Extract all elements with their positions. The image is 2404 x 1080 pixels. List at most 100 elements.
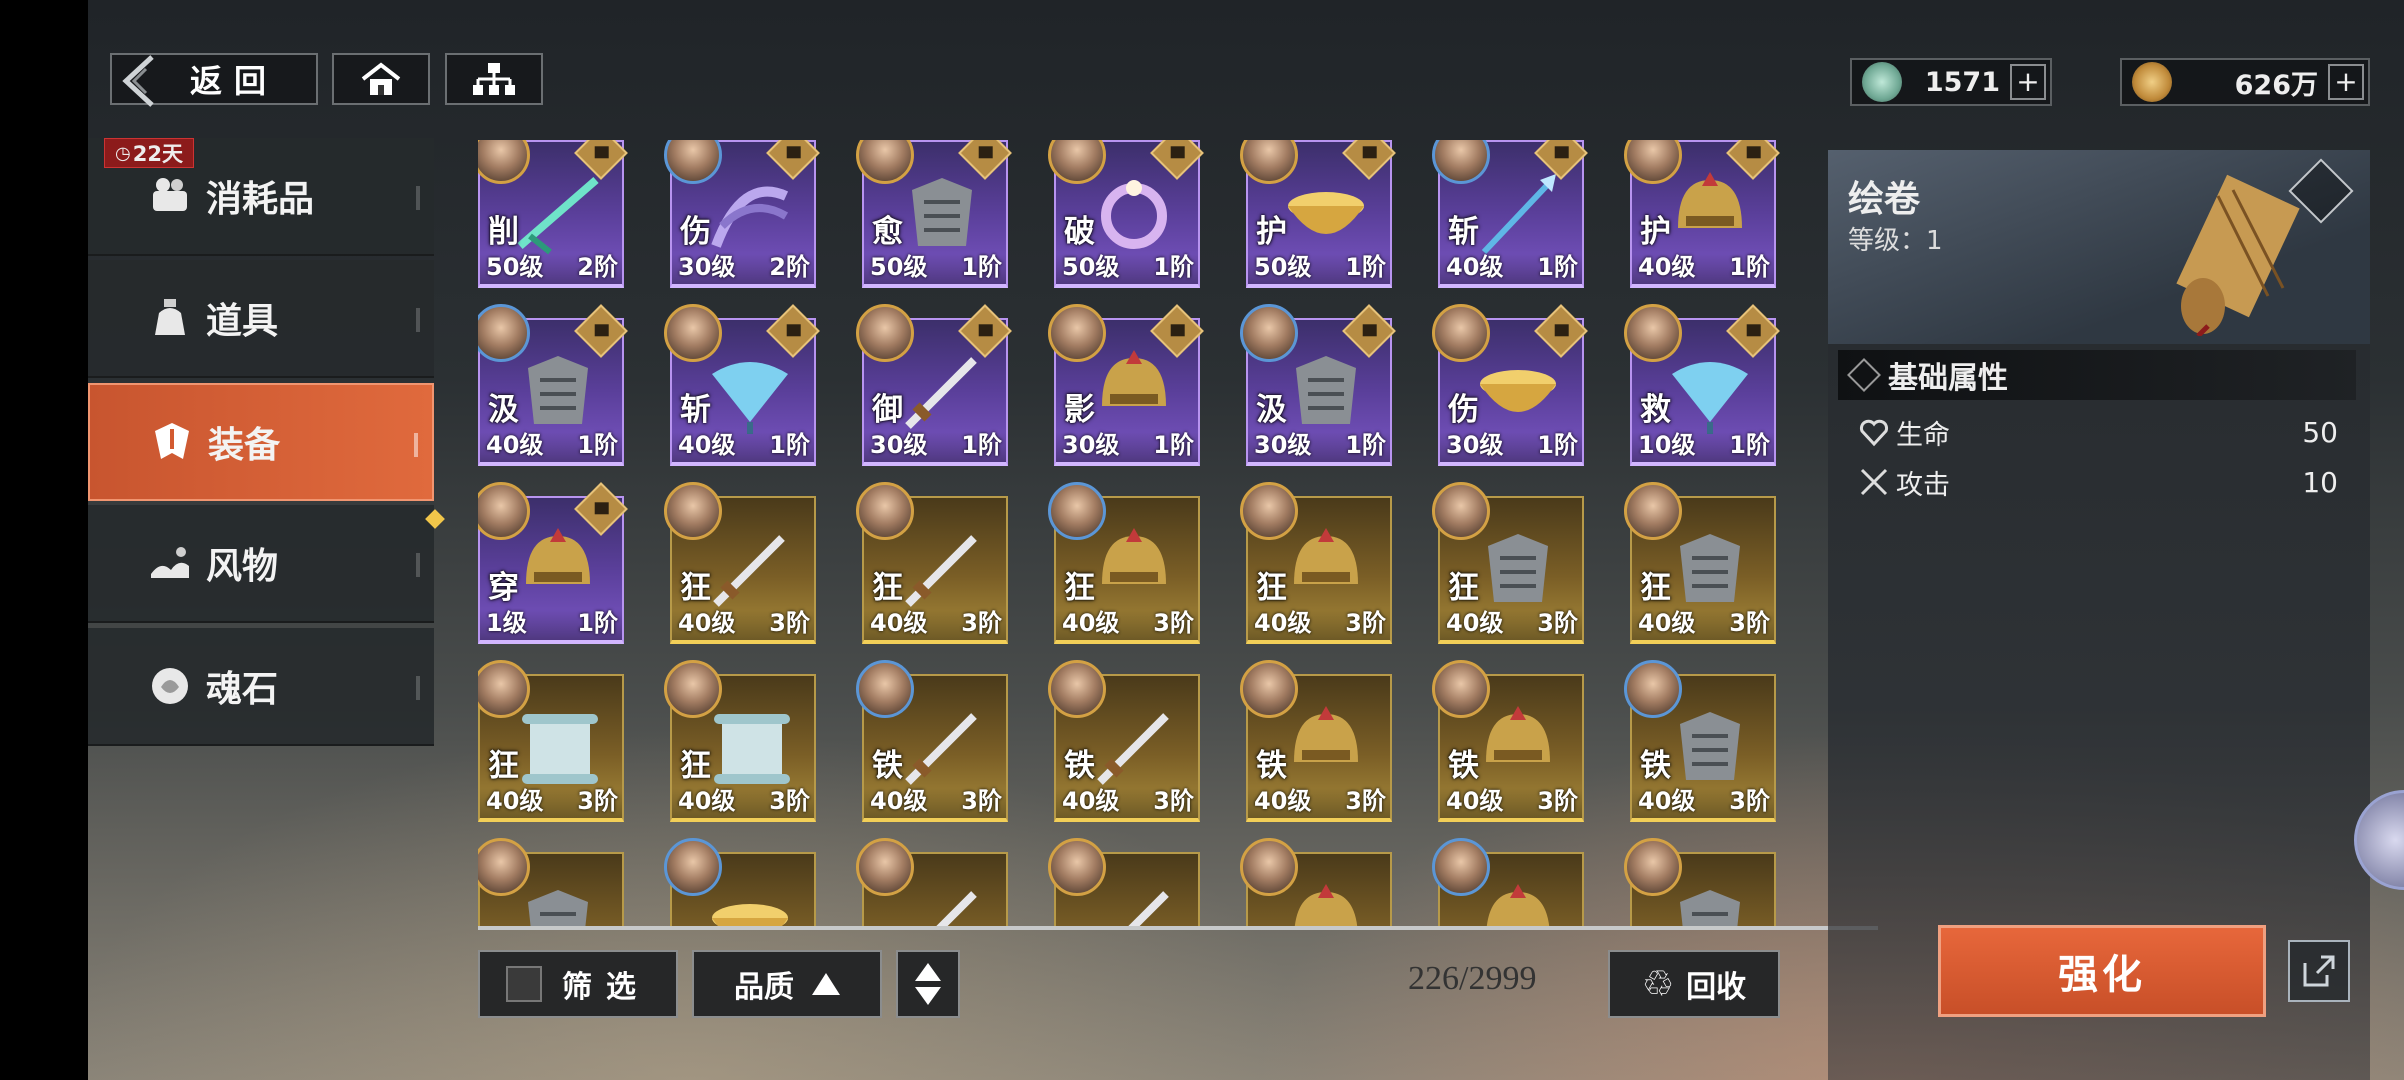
equipment-type-char: 铁 xyxy=(1064,748,1095,784)
sidebar-item-soul-stone[interactable]: 魂石 xyxy=(88,628,434,746)
equipment-card[interactable]: 破 50级 1阶 xyxy=(1048,140,1204,288)
equipment-card[interactable] xyxy=(1048,838,1200,926)
home-button[interactable] xyxy=(332,53,430,105)
equipment-tier: 1阶 xyxy=(1729,253,1770,281)
equipment-card[interactable]: 伤 30级 1阶 xyxy=(1432,304,1588,466)
character-avatar xyxy=(1432,838,1490,896)
sidebar-item-scenery[interactable]: 风物 xyxy=(88,505,434,623)
equipment-card[interactable]: 狂 40级 3阶 xyxy=(856,482,1008,644)
character-avatar xyxy=(1240,660,1298,718)
equipment-card[interactable]: 斩 40级 1阶 xyxy=(664,304,820,466)
coin-amount: 626万 xyxy=(2234,69,2318,101)
open-external-button[interactable] xyxy=(2288,940,2350,1002)
character-avatar xyxy=(1432,304,1490,362)
equipment-level: 30级 xyxy=(678,253,736,281)
equipment-type-char: 铁 xyxy=(1448,748,1479,784)
equipment-card[interactable]: 铁 40级 3阶 xyxy=(1240,660,1392,822)
sort-order-button[interactable] xyxy=(896,950,960,1018)
armor-icon xyxy=(528,890,588,926)
character-avatar xyxy=(1048,838,1106,896)
equipment-card[interactable]: 御 30级 1阶 xyxy=(856,304,1012,466)
equipment-card[interactable]: 狂 40级 3阶 xyxy=(664,482,816,644)
equipment-tier: 3阶 xyxy=(961,609,1002,637)
equipment-level: 40级 xyxy=(1254,787,1312,815)
add-jade-button[interactable]: + xyxy=(2010,64,2046,100)
equipment-card[interactable]: 狂 40级 3阶 xyxy=(1432,482,1584,644)
quality-label: 品质 xyxy=(734,970,794,1005)
equipment-level: 40级 xyxy=(1062,609,1120,637)
character-avatar xyxy=(1624,304,1682,362)
recycle-button[interactable]: ♲ 回收 xyxy=(1608,950,1780,1018)
equipment-card[interactable]: 狂 40级 3阶 xyxy=(1048,482,1200,644)
equipment-type-char: 铁 xyxy=(872,748,903,784)
home-icon xyxy=(361,62,401,95)
equipment-card[interactable] xyxy=(1432,838,1584,926)
equipment-card[interactable] xyxy=(1240,838,1392,926)
crossed-swords-icon xyxy=(1860,468,1888,496)
character-avatar xyxy=(856,482,914,540)
equipment-level: 50级 xyxy=(1254,253,1312,281)
clock-icon: ◷ xyxy=(115,142,131,164)
equipment-card[interactable]: 铁 40级 3阶 xyxy=(856,660,1008,822)
equipment-card[interactable]: 狂 40级 3阶 xyxy=(478,660,624,822)
character-avatar xyxy=(1048,482,1106,540)
back-button[interactable]: 返回 xyxy=(110,53,318,107)
equipment-card[interactable]: 护 50级 1阶 xyxy=(1240,140,1396,288)
inventory-count: 226/2999 xyxy=(1408,960,1537,997)
equipment-card[interactable]: 狂 40级 3阶 xyxy=(1624,482,1776,644)
equipment-tier: 3阶 xyxy=(1729,787,1770,815)
equipment-card[interactable]: 削 50级 2阶 xyxy=(478,140,628,288)
equipment-card[interactable] xyxy=(856,838,1008,926)
character-avatar xyxy=(856,660,914,718)
equipment-tier: 1阶 xyxy=(1153,253,1194,281)
equipment-tier: 3阶 xyxy=(1537,787,1578,815)
equipment-card[interactable]: 狂 40级 3阶 xyxy=(1240,482,1392,644)
equipment-card[interactable]: 铁 40级 3阶 xyxy=(1432,660,1584,822)
item-name: 绘卷 xyxy=(1848,179,1921,220)
consumable-icon xyxy=(144,170,196,222)
equipment-type-char: 斩 xyxy=(680,392,711,428)
equipment-level: 40级 xyxy=(1254,609,1312,637)
character-avatar xyxy=(1432,482,1490,540)
equipment-level: 40级 xyxy=(1062,787,1120,815)
enhance-button[interactable]: 强化 xyxy=(1938,925,2266,1017)
helmet-icon xyxy=(1486,884,1550,926)
equipment-card[interactable]: 铁 40级 3阶 xyxy=(1048,660,1200,822)
equipment-card[interactable]: 愈 50级 1阶 xyxy=(856,140,1012,288)
add-coin-button[interactable]: + xyxy=(2328,64,2364,100)
equipment-card[interactable]: 铁 40级 3阶 xyxy=(1624,660,1776,822)
sort-toggle-icon xyxy=(915,963,941,1005)
character-avatar xyxy=(664,660,722,718)
equipment-level: 10级 xyxy=(1638,431,1696,459)
equipment-type-char: 愈 xyxy=(872,214,903,250)
equipment-card[interactable]: 伤 30级 2阶 xyxy=(664,140,820,288)
sidebar-item-equipment[interactable]: 装备 xyxy=(88,383,434,501)
grid-scrollbar[interactable] xyxy=(478,926,1878,930)
equipment-card[interactable]: 影 30级 1阶 xyxy=(1048,304,1204,466)
equipment-card[interactable] xyxy=(1624,838,1776,926)
equipment-card[interactable]: 汲 30级 1阶 xyxy=(1240,304,1396,466)
sidebar-item-label: 风物 xyxy=(206,546,279,587)
equipment-grid[interactable]: 削 50级 2阶伤 30级 2阶愈 50级 1阶破 50级 1阶护 50级 1阶斩 40级 1阶护 40级… xyxy=(478,140,1878,926)
item-level: 等级：1 xyxy=(1848,220,1943,257)
sidebar-item-items[interactable]: 道具 xyxy=(88,260,434,378)
equipment-card[interactable]: 斩 40级 1阶 xyxy=(1432,140,1588,288)
equipment-tier: 3阶 xyxy=(1345,787,1386,815)
equipment-card[interactable]: 穿 1级 1阶 xyxy=(478,482,628,644)
equipment-type-char: 影 xyxy=(1064,392,1095,428)
filter-button[interactable]: 筛选 xyxy=(478,950,678,1018)
equipment-type-char: 狂 xyxy=(1448,570,1479,606)
equipment-card[interactable]: 救 10级 1阶 xyxy=(1624,304,1780,466)
equipment-card[interactable]: 汲 40级 1阶 xyxy=(478,304,628,466)
equipment-type-char: 铁 xyxy=(1640,748,1671,784)
filter-checkbox[interactable] xyxy=(506,966,542,1002)
jade-coin-icon xyxy=(1862,62,1902,102)
equipment-card[interactable]: 护 40级 1阶 xyxy=(1624,140,1780,288)
quality-sort-button[interactable]: 品质 xyxy=(692,950,882,1018)
hierarchy-button[interactable] xyxy=(445,53,543,105)
equipment-type-char: 御 xyxy=(872,392,903,428)
equipment-card[interactable] xyxy=(478,838,624,926)
equipment-card[interactable] xyxy=(664,838,816,926)
equipment-tier: 1阶 xyxy=(577,431,618,459)
equipment-card[interactable]: 狂 40级 3阶 xyxy=(664,660,816,822)
